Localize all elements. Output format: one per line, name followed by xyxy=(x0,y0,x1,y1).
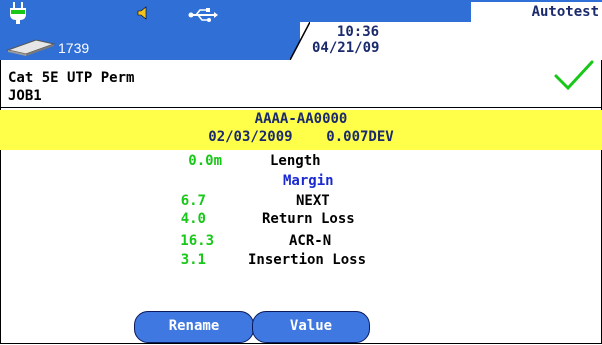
result-label: ACR-N xyxy=(289,233,332,249)
plug-icon xyxy=(10,2,26,24)
result-row-next[interactable]: 6.7 NEXT xyxy=(0,193,602,211)
datetime: 10:36 04/21/09 xyxy=(312,24,392,56)
cable-type: Cat 5E UTP Perm xyxy=(8,70,135,86)
speaker-icon xyxy=(137,6,147,20)
result-row-acr-n[interactable]: 16.3 ACR-N xyxy=(0,233,602,251)
result-value: 16.3 xyxy=(180,233,214,249)
result-row-return-loss[interactable]: 4.0 Return Loss xyxy=(0,211,602,229)
result-label: Length xyxy=(270,153,321,169)
margin-heading: Margin xyxy=(283,173,334,189)
clock-date: 04/21/09 xyxy=(312,40,380,56)
divider xyxy=(0,107,602,108)
job-name: JOB1 xyxy=(8,88,42,104)
result-label: NEXT xyxy=(296,193,330,209)
pass-check-icon xyxy=(554,60,594,90)
result-label: Insertion Loss xyxy=(248,252,367,268)
usb-icon xyxy=(188,8,218,22)
test-counter: 1739 xyxy=(58,40,90,56)
mode-label: Autotest xyxy=(531,4,599,20)
test-date: 02/03/2009 xyxy=(208,129,293,145)
result-value: 0.0m xyxy=(188,153,222,169)
test-date-deviation: 02/03/2009 0.007DEV xyxy=(0,129,602,145)
clock-time: 10:36 xyxy=(336,24,380,40)
result-value: 4.0 xyxy=(180,211,206,227)
storage-slab-icon xyxy=(6,39,56,56)
result-value: 6.7 xyxy=(180,193,206,209)
mode-tab[interactable]: Autotest xyxy=(470,2,602,22)
deviation: 0.007DEV xyxy=(326,129,394,145)
result-value: 3.1 xyxy=(180,252,206,268)
result-row-length[interactable]: 0.0m Length xyxy=(0,153,602,171)
result-label: Return Loss xyxy=(262,211,355,227)
cable-id: AAAA-AA0000 xyxy=(254,111,348,127)
panel-corner xyxy=(290,22,310,60)
rename-button[interactable]: Rename xyxy=(134,311,254,343)
value-button[interactable]: Value xyxy=(252,311,370,343)
result-row-insertion-loss[interactable]: 3.1 Insertion Loss xyxy=(0,252,602,270)
